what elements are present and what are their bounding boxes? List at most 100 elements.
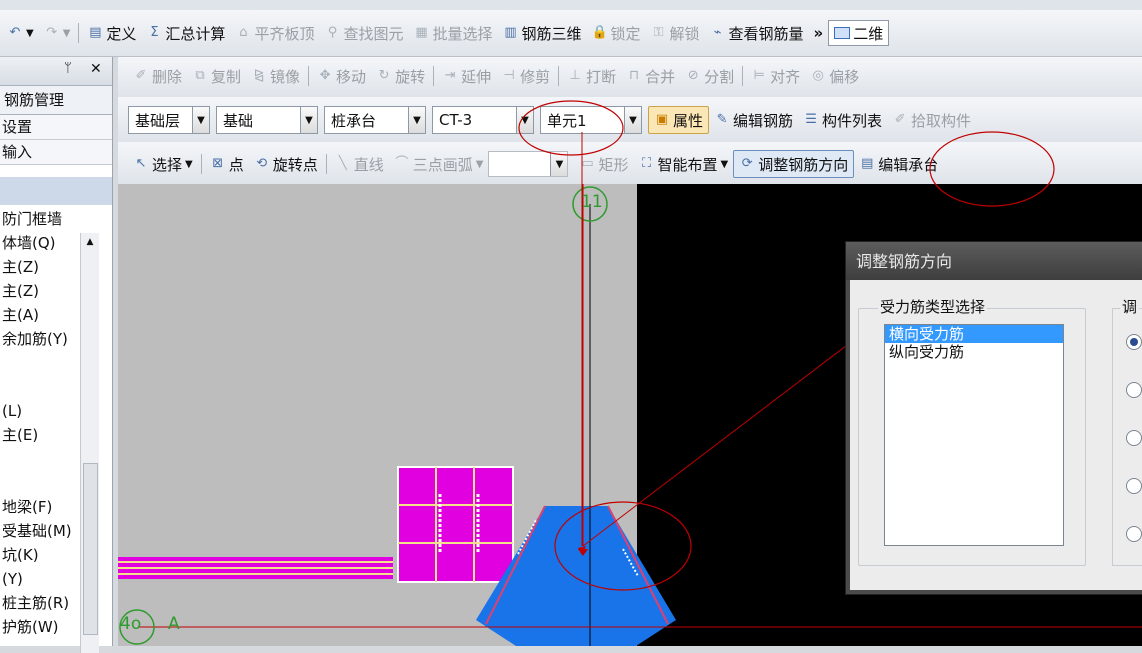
panel-header: ᛘ ✕	[0, 57, 112, 86]
chevron-down-icon: ▼	[516, 107, 533, 133]
extend-button[interactable]: ⇥ 延伸	[437, 63, 496, 89]
direction-radio-4[interactable]	[1126, 478, 1142, 494]
rotate-point-icon: ⟲	[256, 156, 268, 171]
line-button[interactable]: ╲ 直线	[330, 151, 389, 177]
offset-button[interactable]: ◎ 偏移	[805, 63, 864, 89]
more-tools-button[interactable]: »	[809, 20, 829, 46]
rotate-icon: ↻	[378, 68, 390, 83]
adjust-rebar-direction-button[interactable]: ⟳ 调整钢筋方向	[733, 150, 855, 178]
adjust-rebar-direction-dialog: 调整钢筋方向 受力筋类型选择 横向受力筋 纵向受力筋 调	[845, 241, 1142, 595]
break-icon: ⊥	[569, 68, 581, 83]
strip-footing[interactable]	[118, 557, 393, 579]
select-button[interactable]: ↖ 选择 ▼	[128, 151, 198, 177]
rebar-type-list[interactable]: 横向受力筋 纵向受力筋	[884, 324, 1064, 546]
merge-icon: ⊓	[629, 68, 640, 83]
panel-row-settings[interactable]: 设置	[0, 115, 112, 140]
toolbar1-rebar-3d-button[interactable]: ▥ 钢筋三维	[497, 20, 586, 46]
rectangle-icon: ▭	[581, 156, 594, 171]
merge-button[interactable]: ⊓ 合并	[621, 63, 680, 89]
smart-layout-icon: ⛶	[641, 156, 652, 171]
direction-radio-3[interactable]	[1126, 430, 1142, 446]
move-button[interactable]: ✥ 移动	[312, 63, 371, 89]
toolbar1-batch-select-button[interactable]: ▦ 批量选择	[408, 20, 497, 46]
redo-button[interactable]: ↷ ▼	[39, 20, 76, 46]
delete-button[interactable]: ✐ 删除	[128, 63, 187, 89]
type-select[interactable]: 桩承台 ▼	[324, 106, 426, 134]
cursor-icon: ↖	[135, 156, 147, 171]
panel-row-input[interactable]: 输入	[0, 140, 112, 165]
direction-radio-1[interactable]	[1126, 334, 1142, 350]
rotate-button[interactable]: ↻ 旋转	[371, 63, 430, 89]
scroll-up-arrow[interactable]: ▲	[81, 233, 99, 251]
undo-button[interactable]: ↶ ▼	[2, 20, 39, 46]
toolbar1-view-rebar-button[interactable]: ⌁ 查看钢筋量	[705, 20, 809, 46]
arc-label: 三点画弧	[412, 155, 473, 174]
direction-radio-2[interactable]	[1126, 382, 1142, 398]
toolbar1-lock-button[interactable]: 🔒 锁定	[587, 20, 646, 46]
property-button[interactable]: ▣ 属性	[648, 106, 710, 134]
axis-label-top: 11	[581, 192, 603, 212]
chevron-down-icon: ▼	[192, 107, 209, 133]
unit-select[interactable]: 单元1 ▼	[540, 106, 642, 134]
pick-component-button[interactable]: ✐ 拾取构件	[887, 107, 976, 133]
column-cap-block[interactable]	[397, 466, 514, 583]
tree-scrollbar[interactable]: ▲	[80, 233, 99, 653]
batch-select-icon: ▦	[415, 25, 428, 40]
align-button[interactable]: ⊨ 对齐	[746, 63, 805, 89]
arc-button[interactable]: ⌒ 三点画弧 ▼	[389, 151, 489, 177]
rebar-type-group-label: 受力筋类型选择	[878, 296, 988, 317]
category-select[interactable]: 基础 ▼	[216, 106, 318, 134]
copy-button[interactable]: ⧉ 复制	[187, 63, 246, 89]
view-2d-button[interactable]: 二维	[828, 20, 890, 46]
panel-tab-rebar[interactable]: 钢筋管理	[0, 86, 112, 115]
split-button[interactable]: ⊘ 分割	[680, 63, 739, 89]
direction-radio-5[interactable]	[1126, 526, 1142, 542]
undo-icon: ↶	[9, 25, 21, 40]
arc-icon: ⌒	[395, 156, 409, 171]
arc-mode-select[interactable]: ▼	[488, 151, 569, 177]
edit-rebar-label: 编辑钢筋	[733, 111, 794, 130]
rebar-option-horizontal[interactable]: 横向受力筋	[885, 325, 1063, 343]
rebar-option-vertical[interactable]: 纵向受力筋	[885, 343, 1063, 361]
edit-toolbar: ✐ 删除 ⧉ 复制 ⧎ 镜像 ✥ 移动 ↻ 旋转 ⇥ 延伸 ⊣ 修剪 ⊥ 打断 ⊓ 合并 ⊘ 分割 ⊨ 对齐 ◎ 偏移	[118, 57, 1142, 98]
edit-cap-button[interactable]: ▤ 编辑承台	[854, 151, 943, 177]
align-icon: ⊨	[753, 68, 765, 83]
toolbar1-binoculars-button[interactable]: ⚲ 查找图元	[319, 20, 408, 46]
floor-select-value: 基础层	[135, 111, 181, 130]
panel-selected-row[interactable]	[0, 177, 112, 205]
chevron-down-icon: ▼	[550, 152, 568, 176]
component-select[interactable]: CT-3 ▼	[432, 106, 534, 134]
tree-item[interactable]: 防门框墙	[0, 207, 112, 231]
pin-button[interactable]: ᛘ	[64, 61, 72, 76]
toolbar-separator	[78, 23, 80, 43]
break-button[interactable]: ⊥ 打断	[562, 63, 621, 89]
view-rebar-icon: ⌁	[713, 25, 722, 40]
edit-rebar-button[interactable]: ✎ 编辑钢筋	[709, 107, 798, 133]
adjust-rebar-direction-label: 调整钢筋方向	[758, 155, 849, 174]
move-icon: ✥	[319, 68, 331, 83]
dialog-title: 调整钢筋方向	[846, 242, 1142, 280]
scroll-thumb[interactable]	[83, 463, 98, 635]
toolbar1-align-top-button[interactable]: ⌂ 平齐板顶	[230, 20, 319, 46]
chevron-down-icon: ▼	[300, 107, 317, 133]
line-icon: ╲	[338, 156, 347, 171]
toolbar1-label: 汇总计算	[165, 24, 226, 43]
list-icon: ☰	[805, 112, 817, 127]
toolbar1-sum-button[interactable]: Σ 汇总计算	[141, 20, 230, 46]
offset-icon: ◎	[812, 68, 824, 83]
point-button[interactable]: ⊠ 点	[205, 151, 249, 177]
component-list-button[interactable]: ☰ 构件列表	[798, 107, 887, 133]
smart-layout-button[interactable]: ⛶ 智能布置 ▼	[634, 151, 734, 177]
rectangle-button[interactable]: ▭ 矩形	[574, 151, 633, 177]
toolbar-separator	[200, 154, 202, 174]
lock-icon: 🔒	[591, 25, 608, 40]
toolbar1-unlock-button[interactable]: ⚿ 解锁	[646, 20, 705, 46]
toolbar1-define-button[interactable]: ▤ 定义	[82, 20, 141, 46]
pick-component-label: 拾取构件	[911, 111, 972, 130]
rotate-point-button[interactable]: ⟲ 旋转点	[249, 151, 323, 177]
mirror-button[interactable]: ⧎ 镜像	[246, 63, 305, 89]
floor-select[interactable]: 基础层 ▼	[128, 106, 210, 134]
trim-button[interactable]: ⊣ 修剪	[496, 63, 555, 89]
toolbar2-label: 分割	[704, 67, 735, 86]
close-panel-button[interactable]: ✕	[90, 61, 102, 77]
